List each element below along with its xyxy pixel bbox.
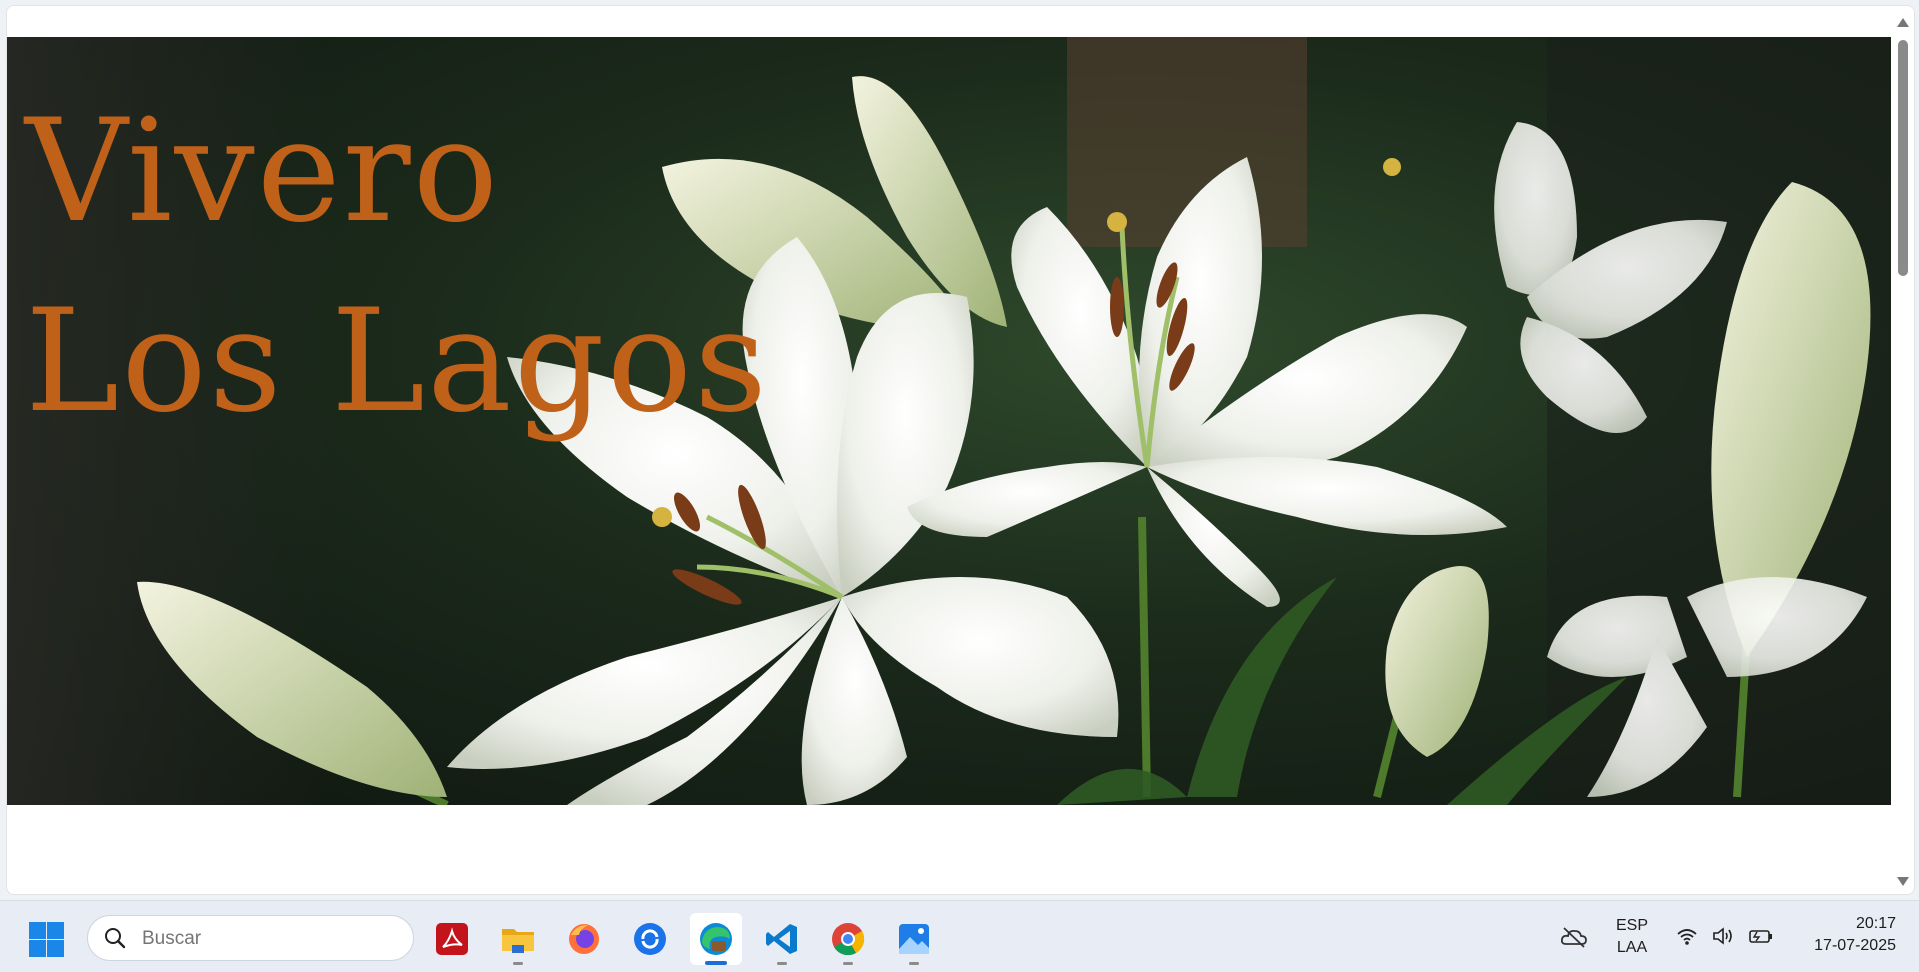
- pdf-icon: [436, 923, 468, 955]
- taskbar-search[interactable]: [87, 915, 414, 961]
- search-input[interactable]: [142, 928, 392, 950]
- hero-title-line2: Los Lagos: [25, 279, 770, 444]
- clock-time: 20:17: [1855, 915, 1896, 932]
- taskbar-app-edge[interactable]: [690, 913, 742, 965]
- language-code: ESP: [1615, 917, 1648, 934]
- wifi-icon[interactable]: [1676, 926, 1698, 946]
- folder-icon: [502, 929, 534, 953]
- taskbar-app-explorer[interactable]: [492, 913, 544, 965]
- vscode-icon: [766, 924, 797, 954]
- sync-app-icon: [634, 923, 666, 955]
- taskbar-app-acrobat[interactable]: [426, 913, 478, 965]
- taskbar-app-sync[interactable]: [624, 913, 676, 965]
- vertical-scrollbar[interactable]: [1891, 6, 1914, 894]
- taskbar: ESP LAA 20:17 17-07-2025: [0, 900, 1919, 972]
- hero-banner: Vivero Los Lagos: [7, 37, 1893, 805]
- running-indicator: [513, 962, 523, 965]
- running-indicator-active: [705, 961, 727, 965]
- hero-title: Vivero Los Lagos: [25, 77, 769, 457]
- taskbar-app-firefox[interactable]: [558, 913, 610, 965]
- running-indicator: [843, 962, 853, 965]
- search-icon: [105, 928, 126, 949]
- photos-icon: [899, 924, 929, 954]
- taskbar-app-chrome[interactable]: [822, 913, 874, 965]
- onedrive-offline-icon[interactable]: [1560, 925, 1588, 949]
- scroll-up-arrow-icon[interactable]: [1897, 18, 1909, 27]
- clock[interactable]: 20:17 17-07-2025: [1786, 915, 1896, 955]
- running-indicator: [909, 962, 919, 965]
- language-indicator[interactable]: ESP LAA: [1612, 917, 1652, 957]
- hero-title-line1: Vivero: [25, 89, 501, 254]
- taskbar-app-photos[interactable]: [888, 913, 940, 965]
- running-indicator: [777, 962, 787, 965]
- edge-icon: [700, 923, 732, 955]
- battery-icon[interactable]: [1748, 926, 1774, 946]
- scroll-thumb[interactable]: [1898, 40, 1908, 276]
- scroll-down-arrow-icon[interactable]: [1897, 877, 1909, 886]
- browser-window: Vivero Los Lagos: [6, 5, 1915, 895]
- clock-date: 17-07-2025: [1814, 937, 1896, 954]
- start-button[interactable]: [26, 919, 66, 959]
- keyboard-layout: LAA: [1616, 939, 1648, 956]
- firefox-icon: [569, 924, 599, 954]
- volume-icon[interactable]: [1712, 926, 1736, 946]
- taskbar-app-vscode[interactable]: [756, 913, 808, 965]
- chrome-icon: [832, 923, 865, 956]
